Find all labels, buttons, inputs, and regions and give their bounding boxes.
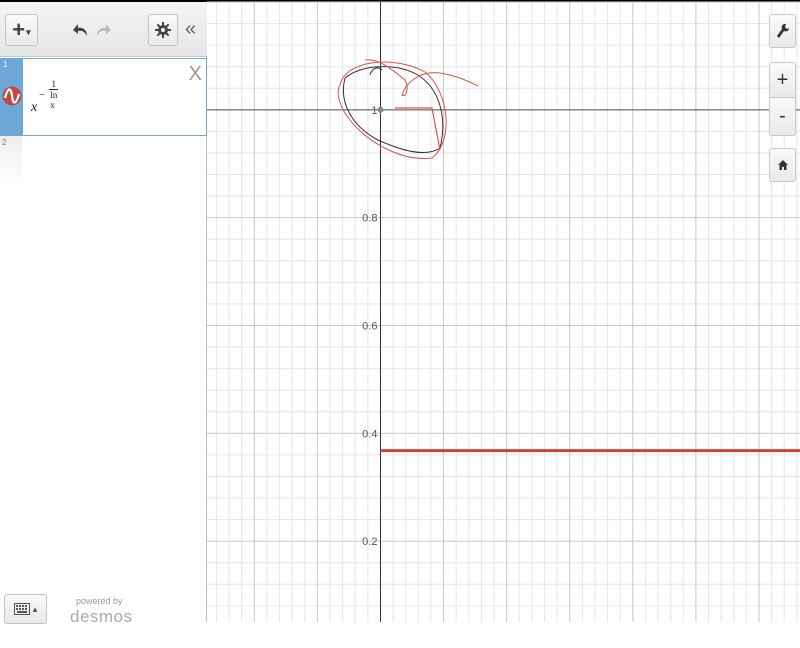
redo-icon[interactable] [93, 22, 111, 40]
y-tick-label: 1 [371, 105, 377, 117]
formula-base: x [31, 100, 38, 115]
expression-index: 1 [3, 60, 8, 69]
expression-sidebar: + ▾ « 1 x − 1 ln x X 2 ▴ powered by desm… [0, 2, 207, 626]
delete-expression-button[interactable]: X [189, 63, 202, 86]
caret-up-icon: ▴ [32, 603, 38, 614]
major-grid [207, 1, 800, 622]
default-viewport-button[interactable] [769, 148, 796, 182]
keyboard-icon [13, 603, 30, 615]
collapse-sidebar-button[interactable]: « [185, 18, 196, 41]
expression-index: 2 [2, 138, 7, 147]
exponent-sign: − [39, 88, 46, 101]
add-expression-button[interactable]: + ▾ [5, 14, 38, 46]
expression-tab[interactable]: 1 [1, 59, 23, 135]
minus-icon: - [779, 105, 786, 127]
y-tick-label: 0.8 [362, 213, 377, 225]
minor-grid [207, 2, 800, 622]
point-origin-1[interactable] [377, 106, 384, 113]
home-icon [777, 160, 788, 170]
annotation-bracket-red [395, 107, 441, 151]
plus-icon: + [12, 17, 26, 42]
gear-icon [155, 22, 171, 38]
exponent-fraction: 1 ln x [48, 79, 59, 110]
zoom-out-button[interactable]: - [769, 98, 796, 136]
desmos-logo: desmos [70, 607, 133, 626]
formula-exponent: − 1 ln x [39, 79, 59, 110]
powered-by-text: powered by [76, 596, 123, 606]
wrench-icon [776, 24, 789, 38]
fraction-numerator: 1 [49, 79, 58, 90]
graph-settings-button[interactable] [769, 14, 796, 48]
zoom-in-button[interactable]: + [769, 62, 796, 98]
y-tick-labels: 1 0.8 0.6 0.4 0.2 [362, 105, 377, 548]
y-tick-label: 0.4 [362, 428, 377, 440]
keypad-toggle-button[interactable]: ▴ [4, 594, 47, 624]
expression-row-2[interactable]: 2 [0, 136, 22, 188]
sidebar-toolbar: + ▾ « [0, 2, 207, 57]
undo-icon[interactable] [73, 22, 91, 40]
expression-row-1[interactable]: 1 x − 1 ln x X [0, 58, 207, 136]
y-tick-label: 0.6 [362, 320, 377, 332]
hand-drawn-annotation [337, 59, 479, 159]
settings-button[interactable] [148, 14, 178, 46]
plus-icon: + [776, 68, 789, 91]
caret-down-icon: ▾ [26, 26, 31, 37]
fraction-denominator: ln x [50, 90, 58, 110]
y-tick-label: 0.2 [362, 536, 377, 548]
graph-color-icon[interactable] [2, 83, 22, 109]
